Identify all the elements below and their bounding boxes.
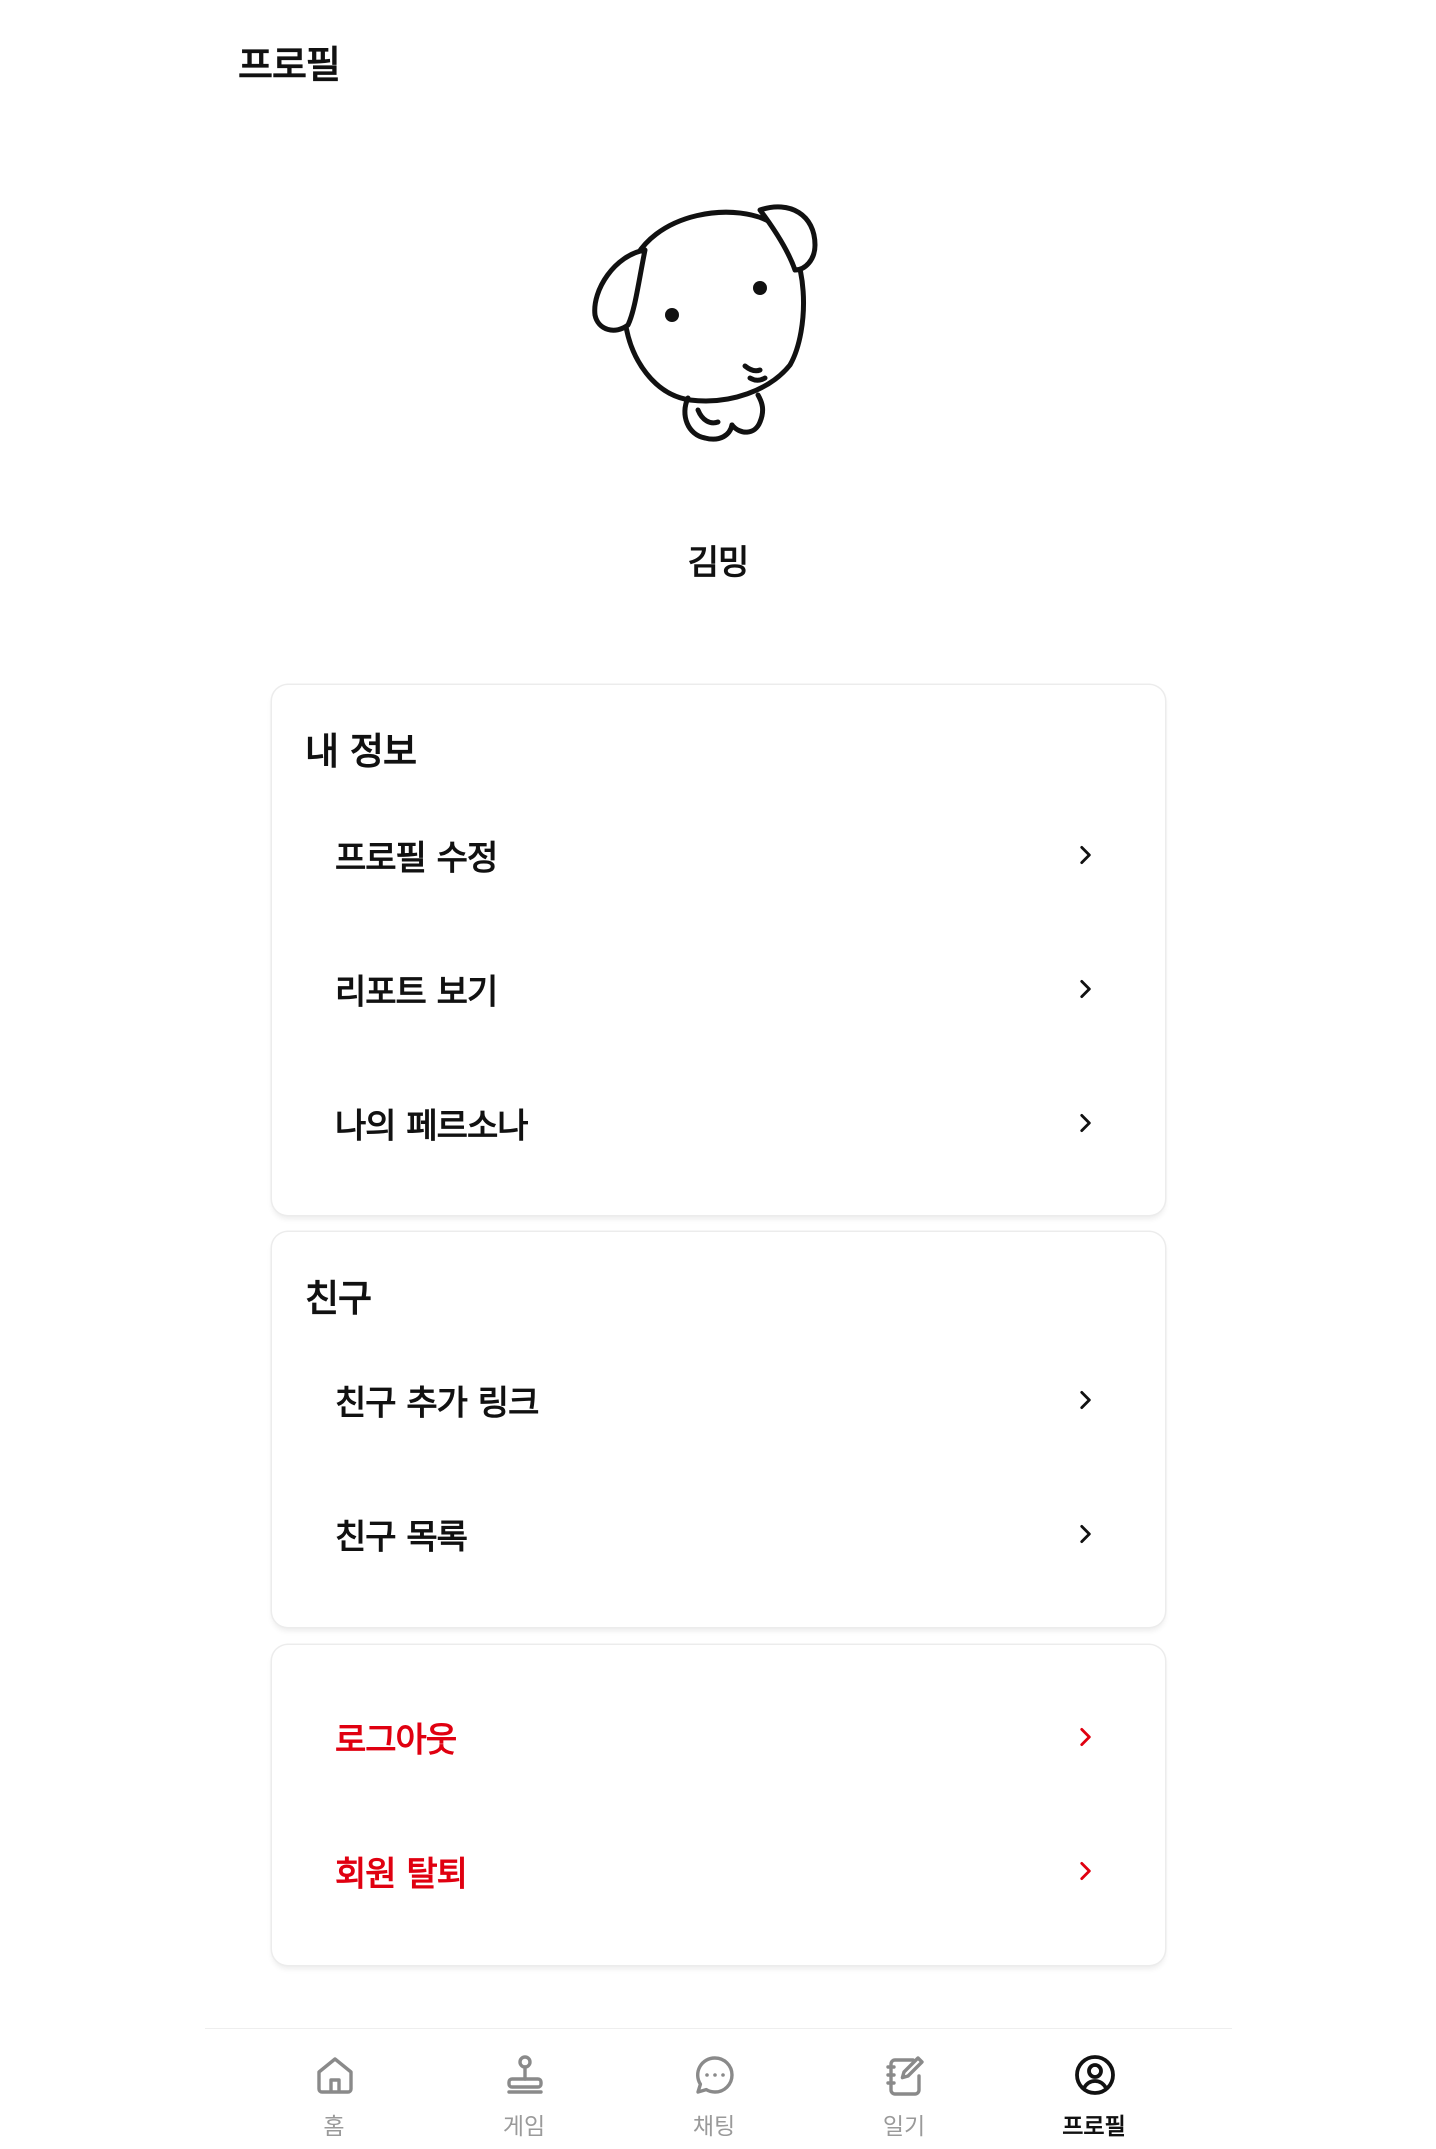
delete-account-row[interactable]: 회원 탈퇴 — [272, 1816, 1165, 1926]
chevron-right-icon — [1080, 1391, 1091, 1409]
add-friend-link-label: 친구 추가 링크 — [335, 1383, 539, 1424]
chevron-right-icon — [1080, 846, 1091, 864]
nav-chat-label: 채팅 — [692, 2114, 736, 2140]
nav-profile[interactable]: 프로필 — [1019, 2029, 1169, 2149]
home-icon — [317, 2057, 353, 2094]
chevron-right-icon — [1080, 1728, 1091, 1746]
edit-profile-label: 프로필 수정 — [335, 838, 498, 879]
joystick-icon — [507, 2055, 543, 2094]
bottom-nav: 홈 게임 채팅 일기 프로필 — [205, 2028, 1232, 2149]
chevron-right-icon — [1080, 1114, 1091, 1132]
nav-diary[interactable]: 일기 — [829, 2029, 979, 2149]
chevron-right-icon — [1080, 980, 1091, 998]
chevron-right-icon — [1080, 1862, 1091, 1880]
nav-home-label: 홈 — [323, 2114, 345, 2140]
logout-label: 로그아웃 — [335, 1720, 457, 1761]
add-friend-link-row[interactable]: 친구 추가 링크 — [272, 1345, 1165, 1455]
nav-home[interactable]: 홈 — [259, 2029, 409, 2149]
friend-list-row[interactable]: 친구 목록 — [272, 1479, 1165, 1589]
delete-account-label: 회원 탈퇴 — [335, 1854, 468, 1895]
nav-chat[interactable]: 채팅 — [639, 2029, 789, 2149]
nav-profile-label: 프로필 — [1062, 2114, 1126, 2140]
diary-icon — [886, 2056, 924, 2096]
friend-list-label: 친구 목록 — [335, 1517, 468, 1558]
view-report-label: 리포트 보기 — [335, 972, 498, 1013]
my-persona-label: 나의 페르소나 — [335, 1106, 529, 1147]
friends-title: 친구 — [305, 1277, 372, 1320]
nav-game[interactable]: 게임 — [449, 2029, 599, 2149]
nav-game-label: 게임 — [502, 2114, 546, 2140]
edit-profile-row[interactable]: 프로필 수정 — [272, 800, 1165, 910]
my-persona-row[interactable]: 나의 페르소나 — [272, 1068, 1165, 1178]
profile-icon — [1075, 2055, 1115, 2095]
logout-row[interactable]: 로그아웃 — [272, 1682, 1165, 1792]
page-title: 프로필 — [238, 43, 341, 87]
avatar — [592, 204, 818, 442]
nav-diary-label: 일기 — [882, 2114, 926, 2140]
chat-icon — [696, 2056, 734, 2094]
friends-card: 친구 친구 추가 링크 친구 목록 — [272, 1232, 1165, 1627]
my-info-title: 내 정보 — [305, 730, 417, 773]
my-info-card: 내 정보 프로필 수정 리포트 보기 나의 페르소나 — [272, 685, 1165, 1215]
view-report-row[interactable]: 리포트 보기 — [272, 934, 1165, 1044]
chevron-right-icon — [1080, 1525, 1091, 1543]
account-card: 로그아웃 회원 탈퇴 — [272, 1645, 1165, 1965]
profile-name: 김밍 — [687, 543, 750, 583]
